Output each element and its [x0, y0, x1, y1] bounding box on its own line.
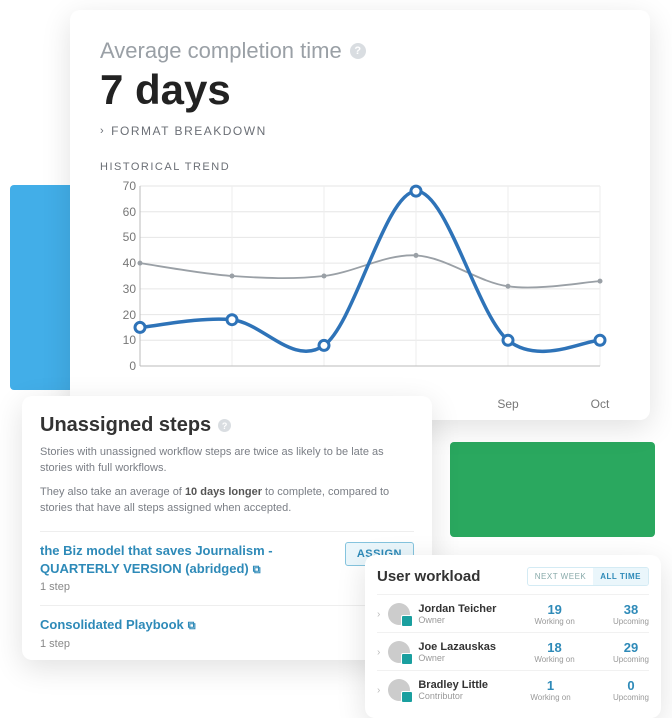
x-tick: Sep: [497, 397, 518, 411]
completion-time-point[interactable]: [411, 186, 421, 196]
unassigned-item: Consolidated Playbook⧉ 1 step: [40, 605, 414, 649]
tab-next-week[interactable]: NEXT WEEK: [528, 568, 593, 585]
completion-time-point[interactable]: [319, 340, 329, 350]
y-tick: 60: [123, 205, 136, 219]
external-link-icon: ⧉: [188, 620, 196, 632]
unassigned-title: Unassigned steps: [40, 414, 211, 437]
external-link-icon: ⧉: [253, 564, 261, 576]
completion-time-point[interactable]: [227, 315, 237, 325]
upcoming-count: 0: [613, 678, 649, 693]
user-role: Owner: [418, 653, 496, 663]
x-tick: Oct: [591, 397, 610, 411]
story-link[interactable]: Consolidated Playbook⧉: [40, 616, 196, 634]
working-on-label: Working on: [535, 617, 575, 626]
y-tick: 70: [123, 179, 136, 193]
baseline-point: [506, 284, 511, 289]
completion-time-point[interactable]: [503, 335, 513, 345]
completion-time-card: Average completion time ? 7 days › FORMA…: [70, 10, 650, 420]
tab-all-time[interactable]: ALL TIME: [593, 568, 648, 585]
completion-time-point[interactable]: [595, 335, 605, 345]
format-breakdown-toggle[interactable]: › FORMAT BREAKDOWN: [100, 124, 267, 138]
help-icon[interactable]: ?: [350, 43, 366, 59]
unassigned-desc-1: Stories with unassigned workflow steps a…: [40, 445, 414, 477]
user-row[interactable]: › Bradley LittleContributor 1Working on 0Up…: [377, 670, 649, 708]
y-tick: 30: [123, 282, 136, 296]
chevron-right-icon: ›: [377, 647, 380, 658]
avatar: [388, 679, 410, 701]
baseline-point: [598, 279, 603, 284]
working-on-label: Working on: [534, 655, 574, 664]
upcoming-label: Upcoming: [613, 617, 649, 626]
working-on-count: 1: [530, 678, 570, 693]
user-row[interactable]: › Joe LazauskasOwner 18Working on 29Upcomin…: [377, 632, 649, 670]
avatar: [388, 603, 410, 625]
historical-trend-chart: 010203040506070MayJunJulAugSepOct: [110, 181, 610, 391]
y-tick: 10: [123, 333, 136, 347]
completion-time-point[interactable]: [135, 322, 145, 332]
working-on-count: 19: [535, 602, 575, 617]
upcoming-label: Upcoming: [613, 693, 649, 702]
chart-svg: [110, 181, 610, 391]
help-icon[interactable]: ?: [218, 419, 231, 432]
historical-trend-label: HISTORICAL TREND: [100, 161, 620, 173]
upcoming-count: 38: [613, 602, 649, 617]
y-tick: 0: [129, 359, 136, 373]
baseline-point: [230, 274, 235, 279]
user-name: Jordan Teicher: [418, 603, 496, 615]
y-tick: 20: [123, 308, 136, 322]
chevron-right-icon: ›: [377, 685, 380, 696]
working-on-label: Working on: [530, 693, 570, 702]
baseline-point: [138, 261, 143, 266]
user-name: Bradley Little: [418, 679, 488, 691]
user-workload-card: User workload NEXT WEEK ALL TIME › Jordan…: [365, 555, 661, 718]
breakdown-label: FORMAT BREAKDOWN: [111, 124, 267, 138]
baseline-point: [322, 274, 327, 279]
user-role: Owner: [418, 615, 496, 625]
time-range-tabs: NEXT WEEK ALL TIME: [527, 567, 649, 586]
user-row[interactable]: › Jordan TeicherOwner 19Working on 38Upcomi…: [377, 594, 649, 632]
unassigned-desc-2: They also take an average of 10 days lon…: [40, 485, 414, 517]
step-count: 1 step: [40, 638, 196, 650]
story-link[interactable]: the Biz model that saves Journalism - QU…: [40, 542, 335, 579]
y-tick: 50: [123, 230, 136, 244]
user-name: Joe Lazauskas: [418, 641, 496, 653]
step-count: 1 step: [40, 581, 335, 593]
completion-time-value: 7 days: [100, 66, 620, 114]
upcoming-label: Upcoming: [613, 655, 649, 664]
y-tick: 40: [123, 256, 136, 270]
avatar: [388, 641, 410, 663]
chevron-right-icon: ›: [100, 125, 105, 137]
card-title: Average completion time: [100, 38, 342, 64]
completion-time-line: [140, 191, 600, 351]
chevron-right-icon: ›: [377, 609, 380, 620]
unassigned-item: the Biz model that saves Journalism - QU…: [40, 531, 414, 594]
user-role: Contributor: [418, 691, 488, 701]
workload-title: User workload: [377, 568, 480, 585]
decorative-green-block: [450, 442, 655, 537]
upcoming-count: 29: [613, 640, 649, 655]
baseline-point: [414, 253, 419, 258]
working-on-count: 18: [534, 640, 574, 655]
